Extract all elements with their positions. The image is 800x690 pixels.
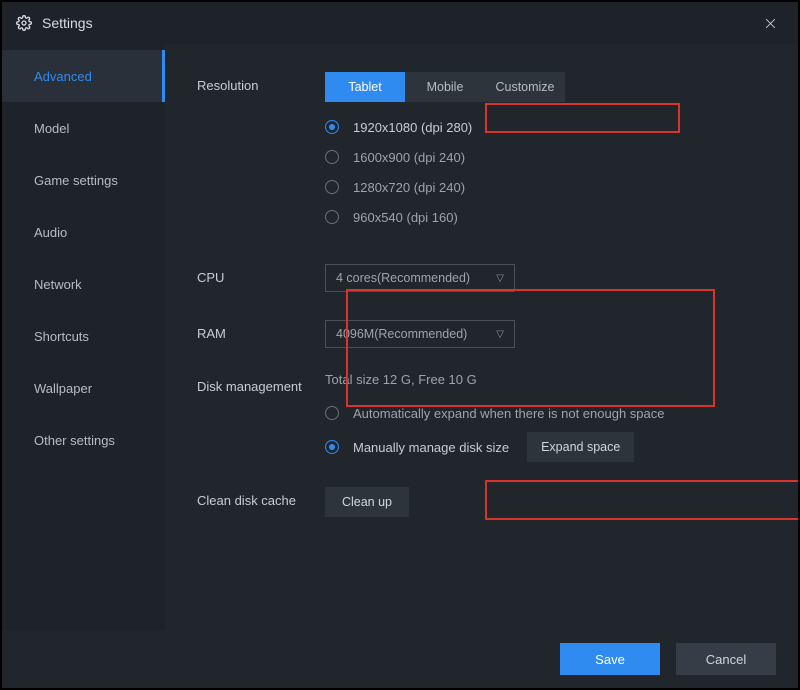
disk-auto-option[interactable]: Automatically expand when there is not e… [325, 399, 768, 427]
resolution-option-1280[interactable]: 1280x720 (dpi 240) [325, 172, 768, 202]
sidebar-item-shortcuts[interactable]: Shortcuts [2, 310, 165, 362]
resolution-option-1920[interactable]: 1920x1080 (dpi 280) [325, 112, 768, 142]
disk-label: Disk management [197, 372, 325, 396]
sidebar-item-model[interactable]: Model [2, 102, 165, 154]
radio-icon [325, 210, 339, 224]
close-icon[interactable] [756, 9, 784, 37]
resolution-option-label: 960x540 (dpi 160) [353, 210, 458, 225]
radio-icon [325, 406, 339, 420]
tab-customize[interactable]: Customize [485, 72, 565, 102]
expand-space-button[interactable]: Expand space [527, 432, 634, 462]
title-bar: Settings [2, 2, 798, 44]
sidebar-item-label: Advanced [34, 69, 92, 84]
disk-manual-label: Manually manage disk size [353, 440, 509, 455]
sidebar-item-network[interactable]: Network [2, 258, 165, 310]
sidebar-item-game-settings[interactable]: Game settings [2, 154, 165, 206]
sidebar-item-label: Other settings [34, 433, 115, 448]
cpu-select-value: 4 cores(Recommended) [336, 271, 470, 285]
sidebar-item-other-settings[interactable]: Other settings [2, 414, 165, 466]
cancel-button[interactable]: Cancel [676, 643, 776, 675]
save-button[interactable]: Save [560, 643, 660, 675]
gear-icon [16, 15, 32, 31]
radio-icon [325, 120, 339, 134]
ram-select-value: 4096M(Recommended) [336, 327, 467, 341]
window-title: Settings [42, 15, 93, 31]
radio-icon [325, 150, 339, 164]
disk-manual-option[interactable]: Manually manage disk size [325, 440, 509, 455]
footer: Save Cancel [2, 630, 798, 688]
tab-mobile[interactable]: Mobile [405, 72, 485, 102]
resolution-label: Resolution [197, 72, 325, 93]
resolution-option-1600[interactable]: 1600x900 (dpi 240) [325, 142, 768, 172]
cache-label: Clean disk cache [197, 487, 325, 508]
disk-auto-label: Automatically expand when there is not e… [353, 406, 664, 421]
sidebar-item-audio[interactable]: Audio [2, 206, 165, 258]
chevron-down-icon: ▽ [496, 329, 504, 340]
resolution-tabs: Tablet Mobile Customize [325, 72, 565, 102]
sidebar: Advanced Model Game settings Audio Netwo… [2, 44, 165, 630]
sidebar-item-label: Model [34, 121, 69, 136]
resolution-option-label: 1600x900 (dpi 240) [353, 150, 465, 165]
radio-icon [325, 180, 339, 194]
resolution-option-label: 1280x720 (dpi 240) [353, 180, 465, 195]
sidebar-item-label: Game settings [34, 173, 118, 188]
tab-tablet[interactable]: Tablet [325, 72, 405, 102]
cpu-label: CPU [197, 264, 325, 285]
sidebar-item-label: Network [34, 277, 82, 292]
sidebar-item-label: Shortcuts [34, 329, 89, 344]
sidebar-item-wallpaper[interactable]: Wallpaper [2, 362, 165, 414]
disk-status: Total size 12 G, Free 10 G [325, 372, 768, 387]
radio-icon [325, 440, 339, 454]
cpu-select[interactable]: 4 cores(Recommended) ▽ [325, 264, 515, 292]
content-panel: Resolution Tablet Mobile Customize 1920x… [165, 44, 798, 630]
sidebar-item-advanced[interactable]: Advanced [2, 50, 165, 102]
resolution-option-label: 1920x1080 (dpi 280) [353, 120, 472, 135]
sidebar-item-label: Wallpaper [34, 381, 92, 396]
ram-select[interactable]: 4096M(Recommended) ▽ [325, 320, 515, 348]
resolution-option-960[interactable]: 960x540 (dpi 160) [325, 202, 768, 232]
clean-up-button[interactable]: Clean up [325, 487, 409, 517]
ram-label: RAM [197, 320, 325, 341]
sidebar-item-label: Audio [34, 225, 67, 240]
chevron-down-icon: ▽ [496, 273, 504, 284]
